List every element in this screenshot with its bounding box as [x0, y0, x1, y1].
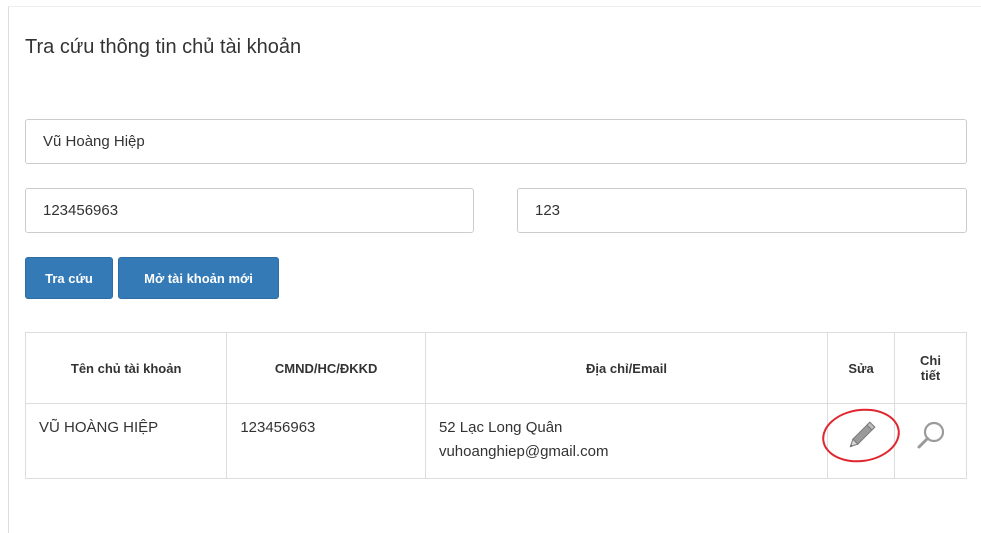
column-header-detail-label: Chi tiết: [920, 353, 941, 383]
page-title: Tra cứu thông tin chủ tài khoản: [25, 36, 302, 58]
results-table: Tên chủ tài khoản CMND/HC/ĐKKD Địa chỉ/E…: [24, 332, 967, 479]
cell-address-email: 52 Lạc Long Quân vuhoanghiep@gmail.com: [424, 403, 829, 479]
cell-detail: [894, 403, 967, 479]
column-header-id-number: CMND/HC/ĐKKD: [226, 332, 426, 404]
table-row: VŨ HOÀNG HIỆP 123456963 52 Lạc Long Quân…: [24, 403, 967, 479]
column-header-owner-name: Tên chủ tài khoản: [24, 332, 228, 404]
open-new-account-button[interactable]: Mở tài khoản mới: [118, 257, 279, 299]
cell-id-number: 123456963: [226, 403, 426, 479]
cell-address: 52 Lạc Long Quân: [438, 419, 563, 436]
column-header-detail: Chi tiết: [894, 332, 967, 404]
column-header-address-email: Địa chỉ/Email: [424, 332, 829, 404]
cell-email: vuhoanghiep@gmail.com: [438, 443, 609, 460]
id-number-input[interactable]: [25, 188, 474, 233]
account-code-input[interactable]: [517, 188, 967, 233]
search-button[interactable]: Tra cứu: [25, 257, 113, 299]
cell-edit: [827, 403, 896, 479]
pencil-icon[interactable]: [841, 416, 881, 456]
magnifier-icon[interactable]: [911, 416, 951, 456]
cell-owner-name: VŨ HOÀNG HIỆP: [24, 403, 228, 479]
column-header-edit: Sửa: [827, 332, 896, 404]
table-header-row: Tên chủ tài khoản CMND/HC/ĐKKD Địa chỉ/E…: [24, 332, 967, 404]
owner-name-input[interactable]: [25, 119, 967, 164]
